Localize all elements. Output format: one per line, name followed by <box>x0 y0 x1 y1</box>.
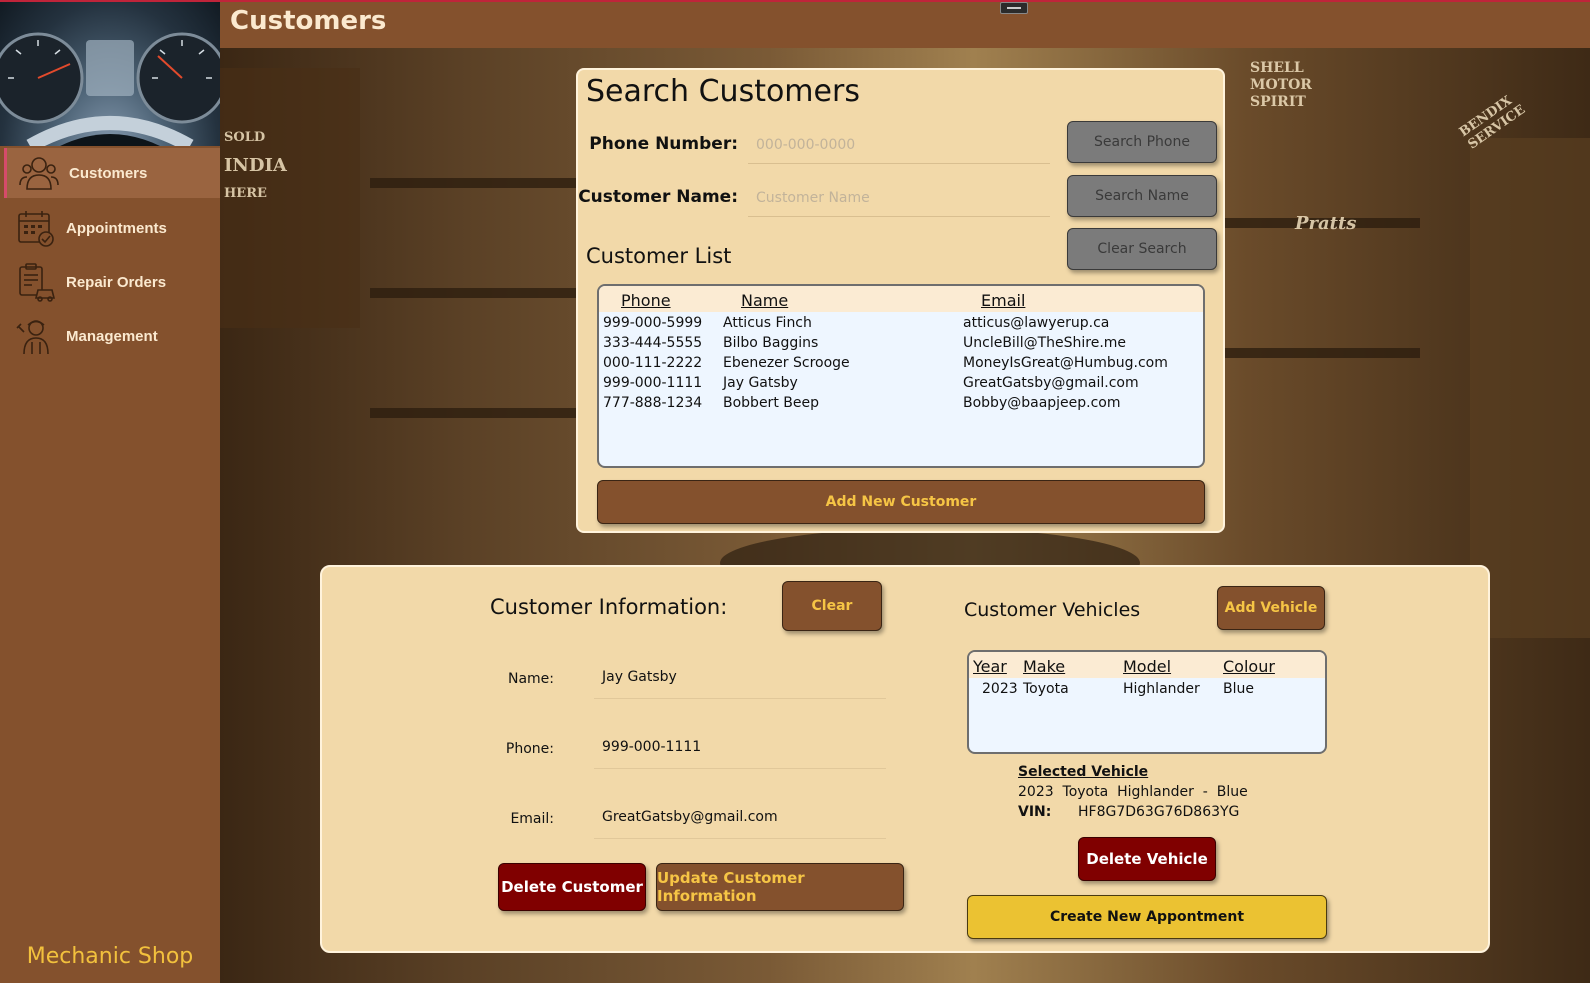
phone-search-input[interactable] <box>748 126 1050 164</box>
customer-info-panel: Customer Information: Clear Name: Jay Ga… <box>320 565 1490 953</box>
sidebar-item-appointments[interactable]: Appointments <box>4 203 220 253</box>
cell-name: Bilbo Baggins <box>723 335 819 351</box>
add-new-customer-button[interactable]: Add New Customer <box>597 480 1205 524</box>
cell-phone: 333-444-5555 <box>603 335 703 351</box>
info-name-label: Name: <box>507 671 554 687</box>
info-email-label: Email: <box>510 811 554 827</box>
cell-email: MoneyIsGreat@Humbug.com <box>963 355 1168 371</box>
vin-value: HF8G7D63G76D863YG <box>1078 804 1240 820</box>
sidebar-item-label: Management <box>66 327 158 345</box>
cell-name: Atticus Finch <box>723 315 812 331</box>
sign-shell-text: SHELL MOTOR SPIRIT <box>1250 60 1312 110</box>
calendar-icon <box>18 211 54 247</box>
customer-info-title: Customer Information: <box>490 595 728 619</box>
cell-phone: 999-000-5999 <box>603 315 703 331</box>
cell-phone: 999-000-1111 <box>603 375 703 391</box>
info-phone-field[interactable]: 999-000-1111 <box>594 739 886 769</box>
table-row[interactable]: 999-000-5999 Atticus Finch atticus@lawye… <box>599 314 1203 334</box>
clear-info-button[interactable]: Clear <box>782 581 882 631</box>
info-email-field[interactable]: GreatGatsby@gmail.com <box>594 809 886 839</box>
window-top-border <box>0 0 1590 2</box>
info-name-field[interactable]: Jay Gatsby <box>594 669 886 699</box>
repair-order-icon <box>19 263 56 302</box>
mechanic-icon <box>16 320 49 355</box>
cell-phone: 777-888-1234 <box>603 395 703 411</box>
page-title: Customers <box>230 6 387 36</box>
column-header-phone[interactable]: Phone <box>621 291 671 310</box>
sign-pratts-text: Pratts <box>1295 213 1357 234</box>
cell-make: Toyota <box>1023 681 1069 697</box>
search-customers-panel: Search Customers Phone Number: Customer … <box>576 68 1225 533</box>
sign-sold-text: SOLD <box>224 130 266 145</box>
customer-list-title: Customer List <box>586 244 732 268</box>
customer-vehicles-title: Customer Vehicles <box>964 599 1141 621</box>
cell-name: Jay Gatsby <box>723 375 798 391</box>
column-header-model[interactable]: Model <box>1123 657 1171 676</box>
cell-name: Ebenezer Scrooge <box>723 355 850 371</box>
sidebar-item-management[interactable]: Management <box>4 311 220 361</box>
sidebar: Customers Appointments Repair Orders Man… <box>0 0 220 983</box>
cell-email: atticus@lawyerup.ca <box>963 315 1110 331</box>
dashboard-gauge-image <box>0 0 220 146</box>
vehicle-list-header: Year Make Model Colour <box>969 652 1325 678</box>
create-appointment-button[interactable]: Create New Appontment <box>967 895 1327 939</box>
cell-email: Bobby@baapjeep.com <box>963 395 1121 411</box>
table-row[interactable]: 777-888-1234 Bobbert Beep Bobby@baapjeep… <box>599 394 1203 414</box>
app-brand-name: Mechanic Shop <box>26 944 194 969</box>
cell-colour: Blue <box>1223 681 1254 697</box>
column-header-make[interactable]: Make <box>1023 657 1065 676</box>
sidebar-item-label: Customers <box>69 164 148 182</box>
table-row[interactable]: 2023 Toyota Highlander Blue <box>969 680 1325 700</box>
page-header: Customers <box>220 0 1590 48</box>
search-panel-title: Search Customers <box>586 74 860 109</box>
customers-icon <box>19 157 59 190</box>
column-header-colour[interactable]: Colour <box>1223 657 1275 676</box>
sidebar-item-customers[interactable]: Customers <box>4 148 220 198</box>
vin-label: VIN: <box>1018 804 1052 820</box>
table-row[interactable]: 333-444-5555 Bilbo Baggins UncleBill@The… <box>599 334 1203 354</box>
delete-vehicle-button[interactable]: Delete Vehicle <box>1078 837 1216 881</box>
sign-india-text: INDIA <box>224 155 287 176</box>
cell-phone: 000-111-2222 <box>603 355 703 371</box>
table-row[interactable]: 999-000-1111 Jay Gatsby GreatGatsby@gmai… <box>599 374 1203 394</box>
name-search-input[interactable] <box>748 179 1050 217</box>
search-name-button[interactable]: Search Name <box>1067 175 1217 217</box>
cell-email: GreatGatsby@gmail.com <box>963 375 1139 391</box>
selected-vehicle-title: Selected Vehicle <box>1018 764 1149 780</box>
info-phone-label: Phone: <box>505 741 554 757</box>
cell-year: 2023 <box>982 681 1018 697</box>
add-vehicle-button[interactable]: Add Vehicle <box>1217 586 1325 630</box>
sidebar-item-label: Repair Orders <box>66 273 167 291</box>
customer-name-label: Customer Name: <box>578 187 738 207</box>
cell-email: UncleBill@TheShire.me <box>963 335 1127 351</box>
customer-list[interactable]: Phone Name Email 999-000-5999 Atticus Fi… <box>597 284 1205 468</box>
selected-vehicle-description: 2023 Toyota Highlander - Blue <box>1018 784 1248 800</box>
sidebar-item-label: Appointments <box>66 219 167 237</box>
phone-number-label: Phone Number: <box>589 134 738 154</box>
update-customer-button[interactable]: Update Customer Information <box>656 863 904 911</box>
column-header-year[interactable]: Year <box>973 657 1007 676</box>
clear-search-button[interactable]: Clear Search <box>1067 228 1217 270</box>
vehicle-list[interactable]: Year Make Model Colour 2023 Toyota Highl… <box>967 650 1327 754</box>
window-drag-handle[interactable] <box>1000 2 1028 14</box>
cell-model: Highlander <box>1123 681 1200 697</box>
customer-list-header: Phone Name Email <box>599 286 1203 312</box>
search-phone-button[interactable]: Search Phone <box>1067 121 1217 163</box>
column-header-email[interactable]: Email <box>981 291 1025 310</box>
sidebar-item-repair-orders[interactable]: Repair Orders <box>4 257 220 307</box>
column-header-name[interactable]: Name <box>741 291 788 310</box>
sign-here-text: HERE <box>224 186 267 201</box>
cell-name: Bobbert Beep <box>723 395 819 411</box>
delete-customer-button[interactable]: Delete Customer <box>498 863 646 911</box>
table-row[interactable]: 000-111-2222 Ebenezer Scrooge MoneyIsGre… <box>599 354 1203 374</box>
